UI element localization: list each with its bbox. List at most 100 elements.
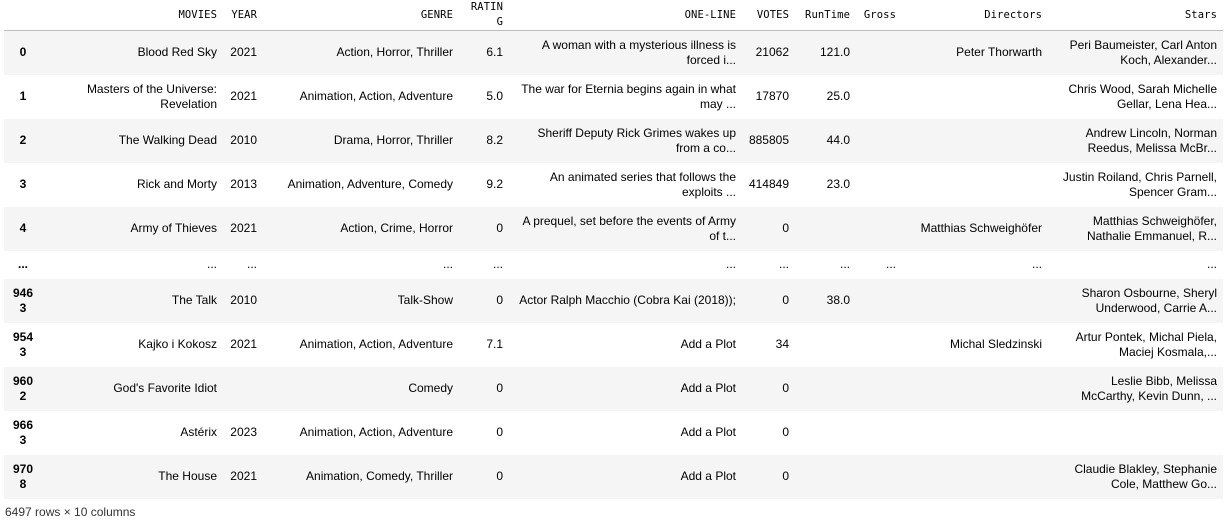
table-cell [856,323,902,367]
row-index: 3 [19,177,27,191]
table-body: 0 Blood Red Sky 2021 Action, Horror, Thrill… [4,30,1223,499]
table-row: 1 Masters of the Universe: Revelation 2021… [4,75,1223,119]
column-header: ONE-LINE [509,0,742,31]
column-header: MOVIES [42,0,223,31]
table-cell: Astérix [180,425,217,439]
table-cell: 2023 [230,425,257,439]
table-cell: Animation, Comedy, Thriller [306,469,453,483]
table-cell: 2021 [230,337,257,351]
table-cell: 0 [782,469,789,483]
column-header: YEAR [223,0,263,31]
table-cell: The House [158,469,217,483]
table-cell: 5.0 [486,89,503,103]
table-cell: Chris Wood, Sarah Michelle Gellar, Lena … [1068,81,1217,111]
table-cell [795,207,856,251]
column-header: Stars [1048,0,1223,31]
table-cell: Animation, Action, Adventure [299,425,453,439]
column-header: VOTES [742,0,795,31]
row-index: 2 [19,133,27,147]
table-row: 9463 The Talk 2010 Talk-Show 0 Actor Ralph Ma… [4,278,1223,323]
table-cell: Matthias Schweighöfer [920,221,1042,235]
table-cell: 2021 [230,221,257,235]
table-cell: Animation, Adventure, Comedy [287,177,453,191]
table-cell: ... [839,257,850,271]
table-cell: 885805 [748,133,789,147]
table-cell: ... [725,257,736,271]
table-cell [902,119,1048,163]
table-cell: 2010 [230,293,257,307]
table-cell: Sharon Osbourne, Sheryl Underwood, Carri… [1081,285,1217,315]
table-cell: Claudie Blakley, Stephanie Cole, Matthew… [1074,461,1217,491]
table-cell: Action, Horror, Thriller [336,45,453,60]
table-cell [856,75,902,119]
table-cell: Peri Baumeister, Carl Anton Koch, Alexan… [1069,37,1217,67]
table-cell: 0 [496,293,503,307]
table-cell: 34 [775,337,789,351]
table-cell: 0 [782,381,789,395]
table-cell: 38.0 [826,293,850,307]
table-shape-footer: 6497 rows × 10 columns [5,504,136,519]
table-cell: 0 [782,221,789,235]
table-cell: 0 [496,469,503,483]
table-cell: The Walking Dead [118,133,217,147]
table-row: 2 The Walking Dead 2010 Drama, Horror, Thri… [4,118,1223,163]
table-cell: 0 [782,425,789,439]
table-cell: 0 [496,425,503,439]
table-cell: 8.2 [486,133,503,147]
dataframe-table: MOVIES YEAR GENRE RATING ONE-LINE VOTES RunTim… [4,0,1223,499]
table-cell: Leslie Bibb, Melissa McCarthy, Kevin Dun… [1081,373,1217,403]
table-cell: Sheriff Deputy Rick Grimes wakes up from… [537,125,736,155]
table-cell: 17870 [755,89,789,103]
table-cell: An animated series that follows the expl… [549,169,736,199]
column-header: RATING [459,0,509,31]
table-cell: 23.0 [826,177,850,191]
table-cell: Animation, Action, Adventure [299,337,453,351]
table-cell: The war for Eternia begins again in what… [521,81,736,111]
table-cell: Masters of the Universe: Revelation [86,81,217,111]
table-cell [902,75,1048,119]
table-cell [856,31,902,75]
table-cell: Matthias Schweighöfer, Nathalie Emmanuel… [1086,213,1217,243]
table-cell: ... [778,257,789,271]
dataframe-output: MOVIES YEAR GENRE RATING ONE-LINE VOTES RunTim… [0,0,1228,521]
table-row: 9602 God's Favorite Idiot Comedy 0 Add a Plo… [4,366,1223,411]
table-cell: Add a Plot [680,469,736,483]
row-index: 0 [19,45,27,60]
row-index: ... [17,257,28,271]
table-cell [856,119,902,163]
table-cell: ... [1206,257,1217,271]
table-cell: 9.2 [486,177,503,191]
table-cell: 2013 [230,177,257,191]
table-cell: Drama, Horror, Thriller [333,133,453,147]
row-index: 9543 [12,329,34,359]
table-cell: 2021 [230,89,257,103]
table-cell: ... [1031,257,1042,271]
table-cell: Kajko i Kokosz [138,337,217,351]
row-index: 9602 [12,373,34,403]
table-cell [902,279,1048,323]
table-cell [856,163,902,207]
index-header [4,0,42,31]
table-cell [795,367,856,411]
column-header: GENRE [263,0,459,31]
table-cell: Action, Crime, Horror [340,221,453,235]
table-cell: 7.1 [486,337,503,351]
table-cell: ... [206,257,217,271]
column-header: Gross [856,0,902,31]
table-cell [902,411,1048,455]
row-index: 4 [19,221,27,235]
table-cell [795,323,856,367]
table-cell: ... [442,257,453,271]
table-cell: 121.0 [819,45,850,60]
table-cell: The Talk [171,293,217,307]
table-cell: 6.1 [486,45,503,60]
table-cell: Animation, Action, Adventure [299,89,453,103]
table-cell [856,279,902,323]
table-cell: ... [246,257,257,271]
table-row: 9543 Kajko i Kokosz 2021 Animation, Action,… [4,323,1223,367]
table-cell: Comedy [408,381,453,395]
table-cell [856,455,902,499]
table-cell: Artur Pontek, Michal Piela, Maciej Kosma… [1075,329,1217,359]
table-cell: A woman with a mysterious illness is for… [541,37,736,67]
table-cell: Actor Ralph Macchio (Cobra Kai (2018)); [519,293,736,307]
